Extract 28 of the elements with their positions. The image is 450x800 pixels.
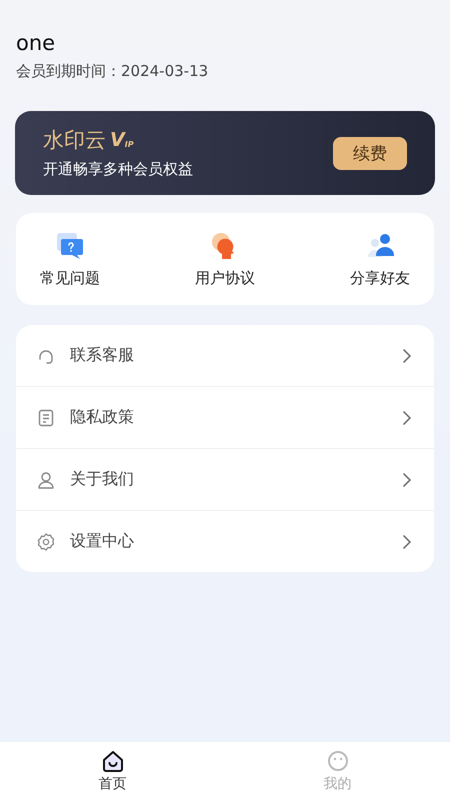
menu-item[interactable]: 设置中心 xyxy=(16,511,434,572)
vip-label: VIP xyxy=(110,130,134,150)
brand-name: 水印云 xyxy=(43,127,106,153)
user-icon xyxy=(36,470,56,490)
vip-subtitle: 开通畅享多种会员权益 xyxy=(43,159,193,179)
menu-item[interactable]: 隐私政策 xyxy=(16,387,434,449)
menu-label: 联系客服 xyxy=(70,345,135,366)
shortcut-item[interactable]: 分享好友 xyxy=(350,230,410,288)
user-name: one xyxy=(16,30,56,56)
menu-label: 关于我们 xyxy=(70,469,135,490)
document-icon xyxy=(36,408,56,428)
menu-label: 隐私政策 xyxy=(70,407,135,428)
menu-item[interactable]: 联系客服 xyxy=(16,325,434,387)
menu-label: 设置中心 xyxy=(70,531,135,552)
chevron-right-icon xyxy=(402,472,412,488)
chat-question-icon xyxy=(55,230,85,260)
chevron-right-icon xyxy=(402,534,412,550)
menu-item[interactable]: 关于我们 xyxy=(16,449,434,511)
chevron-right-icon xyxy=(402,348,412,364)
chevron-right-icon xyxy=(402,410,412,426)
renew-button[interactable]: 续费 xyxy=(333,136,407,170)
home-icon xyxy=(100,749,124,773)
expiry-date: 会员到期时间：2024-03-13 xyxy=(16,61,208,81)
settings-icon xyxy=(36,532,56,552)
shortcut-item[interactable]: 常见问题 xyxy=(40,230,100,288)
tab[interactable]: 首页 xyxy=(0,742,225,800)
face-icon xyxy=(326,749,350,773)
shortcut-item[interactable]: 用户协议 xyxy=(195,230,255,288)
